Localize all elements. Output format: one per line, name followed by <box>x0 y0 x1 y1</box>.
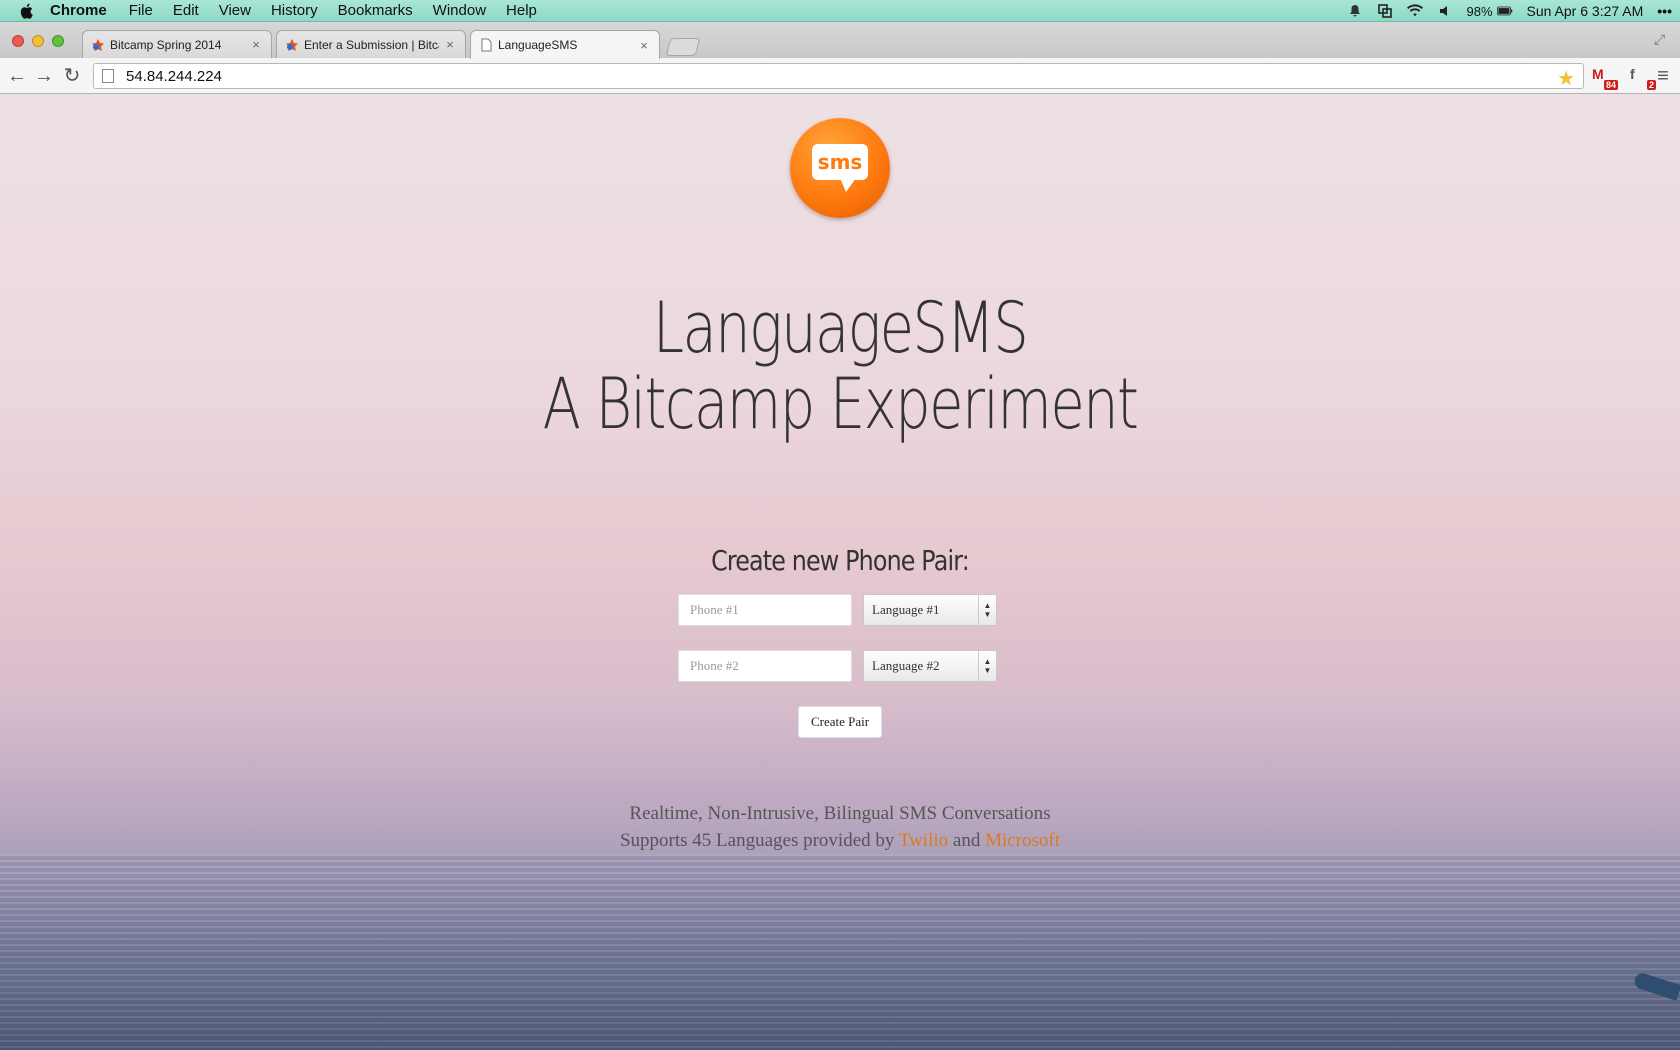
tab-close-icon[interactable]: × <box>249 37 263 52</box>
apple-menu-icon[interactable] <box>18 2 36 20</box>
tagline-line-1: Realtime, Non-Intrusive, Bilingual SMS C… <box>629 803 1051 824</box>
create-pair-button[interactable]: Create Pair <box>798 706 882 738</box>
menu-history[interactable]: History <box>271 2 318 19</box>
page-icon <box>481 38 492 52</box>
bitcamp-favicon-icon <box>286 38 298 51</box>
menu-edit[interactable]: Edit <box>173 2 199 19</box>
zoom-window-button[interactable] <box>52 35 64 47</box>
tab-bitcamp-spring[interactable]: Bitcamp Spring 2014 × <box>82 30 272 58</box>
sms-logo: sms <box>790 118 890 218</box>
tagline-prefix: Supports 45 Languages provided by <box>619 830 895 851</box>
notification-bell-icon[interactable] <box>1347 3 1363 19</box>
clock[interactable]: Sun Apr 6 3:27 AM <box>1527 3 1644 19</box>
bitcamp-favicon-icon <box>92 38 104 51</box>
back-arrow-icon[interactable]: ← <box>6 65 28 87</box>
tab-title: Bitcamp Spring 2014 <box>110 37 222 52</box>
chrome-menu-icon[interactable]: ≡ <box>1652 65 1674 87</box>
menu-file[interactable]: File <box>129 2 153 19</box>
battery-percent: 98% <box>1466 3 1493 19</box>
tab-title: Enter a Submission | Bitcamp <box>304 37 439 52</box>
tab-title: LanguageSMS <box>498 38 578 52</box>
facebook-extension-icon[interactable]: f2 <box>1630 66 1656 90</box>
phone-1-input[interactable]: Phone #1 <box>678 594 852 626</box>
volume-icon[interactable] <box>1437 3 1453 19</box>
tab-languagesms[interactable]: LanguageSMS × <box>470 30 660 59</box>
battery-icon[interactable] <box>1496 3 1513 19</box>
forward-arrow-icon[interactable]: → <box>33 65 55 87</box>
phone-2-input[interactable]: Phone #2 <box>678 650 852 682</box>
bookmark-star-icon[interactable]: ★ <box>1557 66 1575 91</box>
browser-toolbar: ← → ↻ 54.84.244.224 ★ M 84 f2 ≡ <box>0 58 1680 94</box>
menu-help[interactable]: Help <box>506 2 537 19</box>
page-viewport: sms LanguageSMS A Bitcamp Experiment Cre… <box>0 94 1680 1050</box>
tab-strip: Bitcamp Spring 2014 × Enter a Submission… <box>0 22 1680 59</box>
title-line-2: A Bitcamp Experiment <box>542 363 1139 445</box>
tagline: Realtime, Non-Intrusive, Bilingual SMS C… <box>0 800 1680 854</box>
new-tab-button[interactable] <box>665 38 701 56</box>
page-title: LanguageSMS A Bitcamp Experiment <box>168 290 1512 442</box>
menu-window[interactable]: Window <box>433 2 486 19</box>
minimize-window-button[interactable] <box>32 35 44 47</box>
url-text: 54.84.244.224 <box>126 67 222 85</box>
tab-close-icon[interactable]: × <box>443 37 457 52</box>
menu-bookmarks[interactable]: Bookmarks <box>338 2 413 19</box>
address-bar[interactable]: 54.84.244.224 ★ <box>93 63 1584 91</box>
language-1-select[interactable]: Language #1 ▲ ▼ <box>863 594 997 626</box>
status-tray: 98% Sun Apr 6 3:27 AM ••• <box>1333 0 1672 22</box>
reload-icon[interactable]: ↻ <box>61 65 83 87</box>
wifi-icon[interactable] <box>1406 3 1423 19</box>
menu-app-name[interactable]: Chrome <box>50 2 107 19</box>
page-icon <box>102 69 114 83</box>
ocean-background <box>0 854 1680 1050</box>
language-2-select[interactable]: Language #2 ▲ ▼ <box>863 650 997 682</box>
select-arrows-icon: ▲ ▼ <box>978 651 996 681</box>
menubar: Chrome File Edit View History Bookmarks … <box>0 0 1680 22</box>
select-arrows-icon: ▲ ▼ <box>978 595 996 625</box>
tab-close-icon[interactable]: × <box>637 38 651 53</box>
tab-enter-submission[interactable]: Enter a Submission | Bitcamp × <box>276 30 466 58</box>
gmail-extension-icon[interactable]: M 84 <box>1592 66 1618 90</box>
gmail-badge: 84 <box>1603 80 1618 90</box>
more-icon[interactable]: ••• <box>1657 3 1672 19</box>
fullscreen-icon[interactable]: ⤢ <box>1654 31 1670 47</box>
language-1-value: Language #1 <box>872 602 940 617</box>
form-heading: Create new Phone Pair: <box>711 544 970 577</box>
tagline-and: and <box>952 830 981 851</box>
close-window-button[interactable] <box>12 35 24 47</box>
microsoft-link[interactable]: Microsoft <box>985 830 1060 851</box>
tagline-line-2: Supports 45 Languages provided by Twilio… <box>0 827 1680 854</box>
menu-view[interactable]: View <box>219 2 251 19</box>
sms-bubble-icon: sms <box>812 144 868 180</box>
sync-icon[interactable] <box>1377 3 1393 19</box>
title-line-1: LanguageSMS <box>652 287 1029 369</box>
twilio-link[interactable]: Twilio <box>899 830 948 851</box>
language-2-value: Language #2 <box>872 658 940 673</box>
